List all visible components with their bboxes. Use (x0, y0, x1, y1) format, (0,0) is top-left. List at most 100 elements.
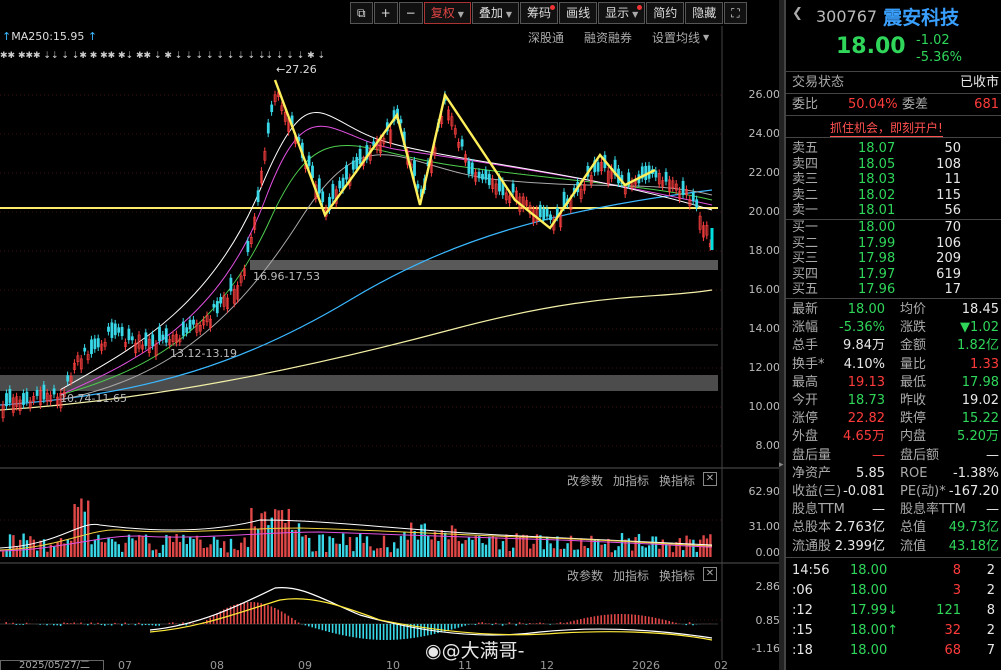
macd-bar (627, 614, 630, 624)
macd-bar (658, 618, 660, 624)
chips-button[interactable]: 筹码 (520, 2, 559, 24)
settings-icon-button[interactable]: ⧉ (350, 2, 373, 24)
fullscreen-button[interactable]: ⛶ (724, 2, 747, 24)
macd-bar (15, 624, 18, 625)
tick-price: 17.99↓ (850, 603, 899, 618)
open-account-link[interactable]: 抓住机会，即刻开户! (830, 119, 943, 137)
kline-chart-area[interactable]: ✱✱ ✱✱✱ ⇣⇣ ⇣ ⇣✱ ✱ ✱✱ ✱⇣ ✱✱ ⇣ ✱ ⇣ ⇣ ⇣ ⇣ ⇣ … (0, 0, 780, 670)
macd-bar (501, 624, 504, 626)
tick-price: 18.00 (850, 563, 888, 578)
stat-value: 18.45 (961, 302, 999, 317)
volume-bar (692, 539, 695, 557)
macd-bar (461, 624, 463, 627)
macd-tick: -1.16 (751, 642, 780, 655)
candle-body (25, 391, 29, 403)
volume-tick: 0.00 (755, 546, 781, 559)
volume-bar (682, 550, 685, 557)
margin-trading-link[interactable]: 融资融券 (584, 29, 632, 46)
volume-bar (8, 534, 12, 557)
simple-label: 简约 (653, 6, 678, 20)
draw-line-label: 画线 (566, 6, 591, 20)
close-icon[interactable]: ✕ (703, 472, 717, 486)
candle-body (219, 297, 223, 304)
chevron-down-icon[interactable]: ▼ (703, 33, 709, 42)
candle-body (538, 204, 542, 218)
vol-edit-params-link[interactable]: 改参数 (567, 472, 603, 489)
macd-bar (362, 624, 364, 639)
bid-price: 17.96 (858, 282, 896, 297)
macd-bar (138, 622, 140, 624)
volume-bar (2, 551, 5, 557)
volume-bar (593, 540, 596, 557)
macd-bar (474, 624, 477, 626)
macd-bar (440, 624, 443, 633)
stat-value: 2.763亿 (834, 520, 885, 536)
candle-body (52, 388, 56, 395)
stock-code: 300767 (816, 6, 878, 26)
back-arrow-icon[interactable]: ❮ (792, 6, 803, 21)
volume-bar (631, 550, 634, 557)
adjust-button[interactable]: 复权 ▼ (423, 2, 471, 24)
set-ma-link[interactable]: 设置均线 (652, 29, 700, 46)
volume-bar (250, 507, 253, 557)
stat-row: 股息TTM — 股息率TTM — (786, 501, 1001, 519)
volume-bar (539, 535, 542, 557)
overlay-button[interactable]: 叠加 ▼ (471, 2, 520, 24)
draw-line-button[interactable]: 画线 (559, 2, 598, 24)
stat-row: 盘后量 — 盘后额 — (786, 447, 1001, 465)
volume-bar (379, 547, 382, 557)
volume-bar (131, 538, 134, 557)
candle-body (654, 170, 658, 178)
macd-bar (348, 624, 351, 637)
x-tick: 10 (386, 659, 400, 670)
ask-price: 18.01 (858, 203, 896, 218)
macd-add-indicator-link[interactable]: 加指标 (613, 567, 649, 584)
hk-connect-link[interactable]: 深股通 (528, 29, 564, 46)
volume-bar (46, 551, 49, 557)
watermark-text: @大满哥- (441, 640, 525, 662)
zoom-out-button[interactable]: − (398, 2, 423, 24)
stat-row: 流通股 2.399亿 流值 43.18亿 (786, 538, 1001, 556)
volume-bar (66, 539, 69, 557)
stock-name[interactable]: 震安科技 (883, 3, 959, 30)
hide-button[interactable]: 隐藏 (685, 2, 724, 24)
vol-add-indicator-link[interactable]: 加指标 (613, 472, 649, 489)
volume-bar (107, 537, 110, 557)
volume-bar (393, 542, 396, 557)
macd-bar (467, 624, 470, 625)
tick-count: 2 (986, 563, 995, 578)
simple-button[interactable]: 简约 (646, 2, 685, 24)
volume-bar (610, 552, 613, 557)
tick-count: 2 (986, 583, 995, 598)
volume-bar (651, 536, 654, 557)
macd-bar (573, 620, 575, 624)
stat-label: 跌停 (900, 411, 927, 427)
volume-bar (705, 538, 709, 557)
stat-value: 17.98 (961, 374, 999, 390)
volume-bar (100, 541, 103, 557)
volume-bar (121, 551, 124, 557)
macd-bar (325, 624, 327, 632)
tick-price: 18.00↑ (850, 623, 899, 638)
macd-bar (420, 624, 422, 637)
volume-bar (178, 541, 182, 557)
macd-switch-indicator-link[interactable]: 换指标 (659, 567, 695, 584)
stat-value: — (986, 502, 999, 518)
volume-bar (280, 510, 284, 557)
macd-bar (580, 619, 582, 624)
macd-bar (12, 622, 14, 624)
candle-body (355, 156, 359, 170)
vol-switch-indicator-link[interactable]: 换指标 (659, 472, 695, 489)
macd-edit-params-link[interactable]: 改参数 (567, 567, 603, 584)
macd-bar (19, 624, 21, 625)
volume-bar (382, 535, 386, 557)
display-button[interactable]: 显示 ▼ (598, 2, 646, 24)
tick-time: 14:56 (792, 563, 830, 578)
close-icon[interactable]: ✕ (703, 567, 717, 581)
macd-bar (318, 624, 320, 630)
macd-bar (369, 624, 371, 640)
macd-bar (46, 624, 48, 626)
divider (786, 115, 1001, 116)
volume-bar (172, 542, 175, 557)
zoom-in-button[interactable]: + (373, 2, 398, 24)
